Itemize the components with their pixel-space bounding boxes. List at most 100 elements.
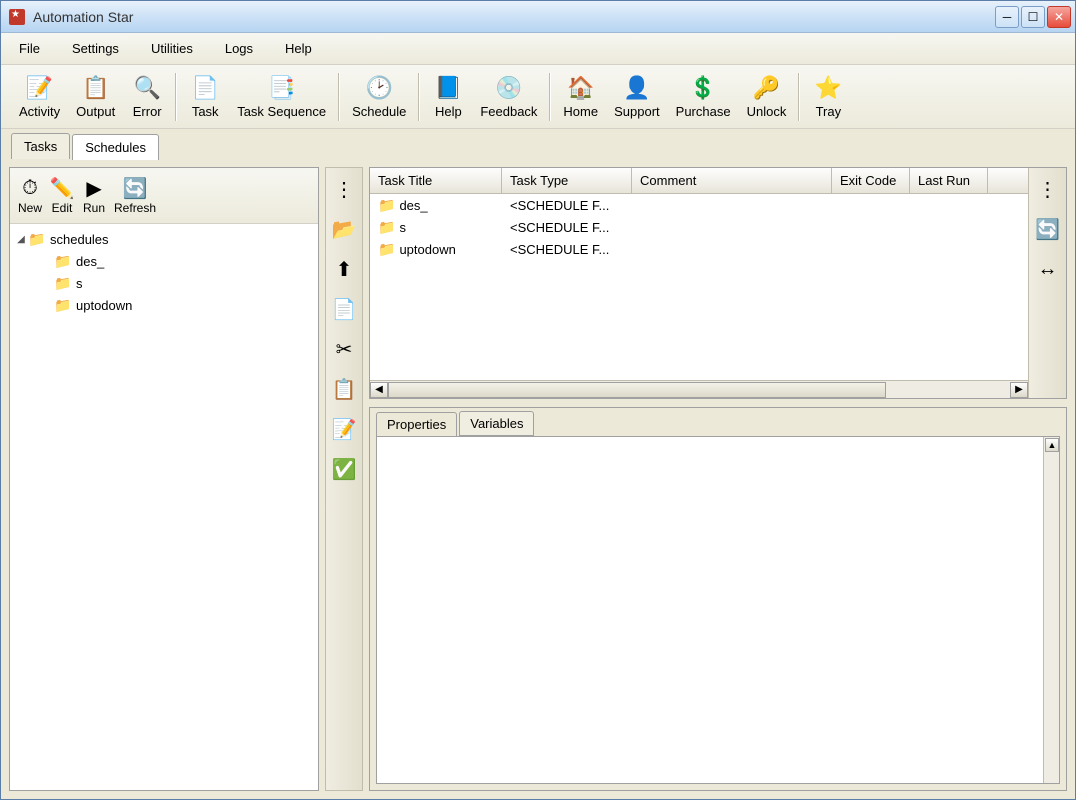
cell-title: 📁s (370, 217, 502, 238)
schedule-tree: ◢ 📁 schedules 📁des_📁s📁uptodown (10, 224, 318, 790)
scroll-up-button[interactable]: ▲ (1045, 438, 1059, 452)
toolbar-error-button[interactable]: 🔍Error (123, 72, 171, 121)
toolbar-home-button[interactable]: 🏠Home (555, 72, 606, 121)
output-icon: 📋 (82, 74, 110, 102)
window-controls: ─ ☐ ✕ (995, 6, 1071, 28)
scroll-right-button[interactable]: ▶ (1010, 382, 1028, 398)
table-row[interactable]: 📁des_<SCHEDULE F... (370, 194, 1028, 216)
col-task-title[interactable]: Task Title (370, 168, 502, 193)
feedback-icon: 💿 (495, 74, 523, 102)
toolbar-label: Support (614, 104, 660, 119)
folder-icon: 📁 (28, 231, 46, 247)
left-run-button[interactable]: ▶Run (82, 177, 106, 215)
toolbar-activity-button[interactable]: 📝Activity (11, 72, 68, 121)
toolbar-output-button[interactable]: 📋 Output (68, 72, 123, 121)
toolbar-label: Tray (816, 104, 842, 119)
caret-icon[interactable]: ◢ (14, 234, 28, 245)
mid-cut-button[interactable]: ✂ (329, 334, 359, 364)
toolbar-tray-button[interactable]: ⭐Tray (804, 72, 852, 121)
cell-type: <SCHEDULE F... (502, 240, 632, 259)
col-comment[interactable]: Comment (632, 168, 832, 193)
menu-file[interactable]: File (13, 37, 46, 60)
left-toolbar-label: Refresh (114, 201, 156, 215)
col-task-type[interactable]: Task Type (502, 168, 632, 193)
toolbar-feedback-button[interactable]: 💿Feedback (472, 72, 545, 121)
horizontal-scrollbar[interactable]: ◀ ▶ (370, 380, 1028, 398)
window-title: Automation Star (33, 9, 995, 25)
mid-note-button[interactable]: 📝 (329, 414, 359, 444)
help-icon: 📘 (434, 74, 462, 102)
right-expand-button[interactable]: ↔ (1033, 254, 1063, 284)
tree-item[interactable]: 📁uptodown (40, 294, 314, 316)
task-table: Task Title Task Type Comment Exit Code L… (370, 168, 1028, 398)
toolbar-label: Error (133, 104, 162, 119)
scroll-left-button[interactable]: ◀ (370, 382, 388, 398)
main-tabstrip: TasksSchedules (1, 129, 1075, 159)
toolbar-support-button[interactable]: 👤Support (606, 72, 668, 121)
toolbar-separator (175, 73, 177, 121)
col-exit-code[interactable]: Exit Code (832, 168, 910, 193)
toolbar-separator (549, 73, 551, 121)
left-toolbar-label: Edit (52, 201, 73, 215)
right-refresh2-button[interactable]: 🔄 (1033, 214, 1063, 244)
scroll-track[interactable] (388, 382, 1010, 398)
refresh-icon: 🔄 (123, 177, 147, 201)
toolbar-tasksequence-button[interactable]: 📑Task Sequence (229, 72, 334, 121)
toolbar-label: Unlock (747, 104, 787, 119)
toolbar-unlock-button[interactable]: 🔑Unlock (739, 72, 795, 121)
scroll-thumb[interactable] (388, 382, 886, 398)
titlebar: Automation Star ─ ☐ ✕ (1, 1, 1075, 33)
mid-grip-button[interactable]: ⋮ (329, 174, 359, 204)
maximize-button[interactable]: ☐ (1021, 6, 1045, 28)
toolbar-purchase-button[interactable]: 💲Purchase (668, 72, 739, 121)
task-table-wrapper: Task Title Task Type Comment Exit Code L… (369, 167, 1067, 399)
mid-check-button[interactable]: ✅ (329, 454, 359, 484)
menu-logs[interactable]: Logs (219, 37, 259, 60)
table-row[interactable]: 📁uptodown<SCHEDULE F... (370, 238, 1028, 260)
toolbar-label: Output (76, 104, 115, 119)
vertical-scrollbar[interactable]: ▲ (1043, 437, 1059, 783)
tree-item[interactable]: 📁s (40, 272, 314, 294)
minimize-button[interactable]: ─ (995, 6, 1019, 28)
left-edit-button[interactable]: ✏️Edit (50, 177, 74, 215)
menu-utilities[interactable]: Utilities (145, 37, 199, 60)
mid-copy-button[interactable]: 📄 (329, 294, 359, 324)
cell-type: <SCHEDULE F... (502, 218, 632, 237)
toolbar-task-button[interactable]: 📄Task (181, 72, 229, 121)
cell-title: 📁des_ (370, 195, 502, 216)
left-panel: ⏱New✏️Edit▶Run🔄Refresh ◢ 📁 schedules 📁de… (9, 167, 319, 791)
mid-folder-button[interactable]: 📂 (329, 214, 359, 244)
bottom-tab-variables[interactable]: Variables (459, 411, 534, 436)
table-row[interactable]: 📁s<SCHEDULE F... (370, 216, 1028, 238)
toolbar-label: Help (435, 104, 462, 119)
toolbar-schedule-button[interactable]: 🕑Schedule (344, 72, 414, 121)
tree-item[interactable]: 📁des_ (40, 250, 314, 272)
tab-schedules[interactable]: Schedules (72, 134, 159, 160)
toolbar-help-button[interactable]: 📘 Help (424, 72, 472, 121)
left-new-button[interactable]: ⏱New (18, 177, 42, 215)
tree-item-label: uptodown (76, 298, 132, 313)
tree-root[interactable]: ◢ 📁 schedules (14, 228, 314, 250)
activity-icon: 📝 (26, 74, 54, 102)
tree-item-label: des_ (76, 254, 104, 269)
toolbar-label: Schedule (352, 104, 406, 119)
tab-tasks[interactable]: Tasks (11, 133, 70, 159)
menu-settings[interactable]: Settings (66, 37, 125, 60)
close-button[interactable]: ✕ (1047, 6, 1071, 28)
mid-up-button[interactable]: ⬆ (329, 254, 359, 284)
cell-last (910, 247, 988, 251)
edit-icon: ✏️ (50, 177, 74, 201)
properties-content: ▲ (376, 436, 1060, 784)
left-refresh-button[interactable]: 🔄Refresh (114, 177, 156, 215)
cell-type: <SCHEDULE F... (502, 196, 632, 215)
bottom-tab-properties[interactable]: Properties (376, 412, 457, 437)
bottom-tabstrip: PropertiesVariables (370, 408, 1066, 436)
mid-paste-button[interactable]: 📋 (329, 374, 359, 404)
right-grip2-button[interactable]: ⋮ (1033, 174, 1063, 204)
toolbar-separator (418, 73, 420, 121)
menu-help[interactable]: Help (279, 37, 318, 60)
content-area: ⏱New✏️Edit▶Run🔄Refresh ◢ 📁 schedules 📁de… (1, 159, 1075, 799)
cell-exit (832, 203, 910, 207)
cell-title: 📁uptodown (370, 239, 502, 260)
col-last-run[interactable]: Last Run (910, 168, 988, 193)
